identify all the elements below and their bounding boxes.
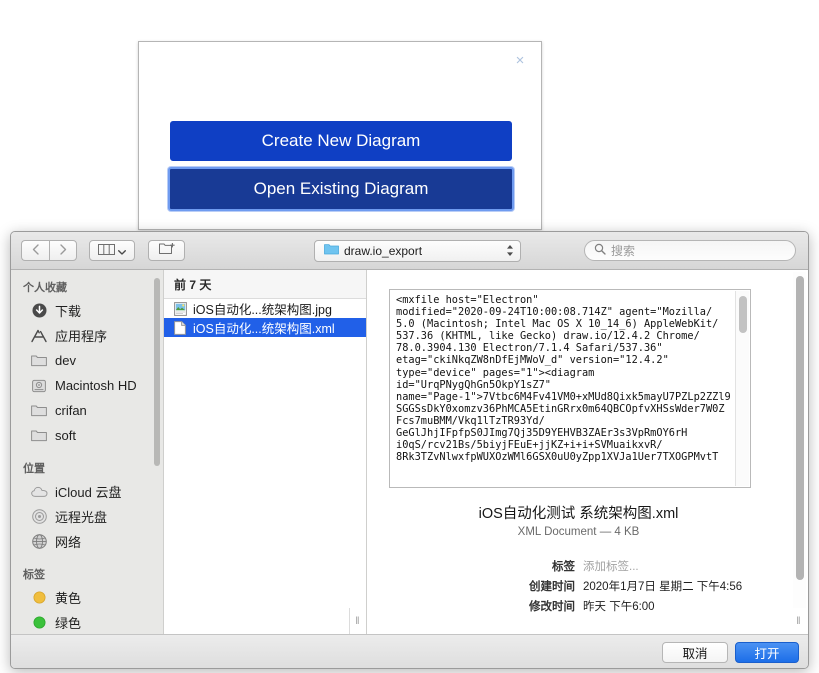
- path-popup-label: draw.io_export: [344, 244, 423, 258]
- download-icon: [29, 303, 49, 318]
- document-file-icon: [172, 320, 188, 335]
- column-resize-grip[interactable]: ‖: [349, 608, 366, 634]
- sidebar-item-label: crifan: [55, 403, 87, 418]
- sidebar-item-label: dev: [55, 353, 76, 368]
- preview-metadata: 标签 添加标签... 创建时间 2020年1月7日 星期二 下午4:56 修改时…: [367, 558, 790, 618]
- finder-open-panel: draw.io_export 搜索 个人收藏 下载 应用程序 dev Macin…: [10, 231, 809, 669]
- image-file-icon: [172, 301, 188, 316]
- sidebar-section-favorites-title: 个人收藏: [23, 282, 67, 294]
- list-item[interactable]: iOS自动化...统架构图.jpg: [164, 299, 366, 318]
- preview-scrollbar-thumb[interactable]: [796, 276, 804, 580]
- sidebar-item-label: 应用程序: [55, 329, 108, 344]
- sidebar-item-label: 网络: [55, 535, 82, 550]
- harddisk-icon: [29, 379, 49, 393]
- column-view-icon: [98, 242, 115, 260]
- tag-dot-icon: [29, 591, 49, 604]
- sidebar-item-tag-green[interactable]: 绿色: [11, 610, 163, 634]
- path-popup-button[interactable]: draw.io_export: [314, 240, 521, 262]
- chevron-right-icon: [59, 242, 67, 260]
- folder-icon: [324, 242, 339, 260]
- metadata-key: 标签: [552, 561, 575, 573]
- sidebar-item-applications[interactable]: 应用程序: [11, 323, 163, 348]
- sidebar-item-label: iCloud 云盘: [55, 485, 122, 500]
- sidebar-section-tags-title: 标签: [23, 569, 45, 581]
- preview-column: <mxfile host="Electron" modified="2020-0…: [367, 270, 808, 634]
- forward-button[interactable]: [49, 240, 77, 261]
- metadata-row-created: 创建时间 2020年1月7日 星期二 下午4:56: [367, 578, 790, 594]
- chevron-left-icon: [32, 242, 39, 260]
- metadata-key: 修改时间: [529, 601, 575, 613]
- new-folder-icon: [158, 242, 175, 260]
- close-icon[interactable]: ×: [511, 52, 529, 70]
- xml-preview-box: <mxfile host="Electron" modified="2020-0…: [389, 289, 751, 488]
- sidebar-item-label: 下载: [55, 304, 82, 319]
- applications-icon: [29, 329, 49, 343]
- navigation-buttons: [21, 240, 185, 261]
- file-name: iOS自动化...统架构图.xml: [193, 322, 335, 336]
- xml-preview-scrollbar-thumb[interactable]: [739, 296, 747, 333]
- sidebar-item-soft[interactable]: soft: [11, 423, 163, 448]
- preview-file-subtitle: XML Document — 4 KB: [517, 526, 640, 538]
- sidebar-section-locations-title: 位置: [23, 463, 45, 475]
- back-button[interactable]: [21, 240, 49, 261]
- sidebar-item-macintosh-hd[interactable]: Macintosh HD: [11, 373, 163, 398]
- finder-sidebar: 个人收藏 下载 应用程序 dev Macintosh HD crifan sof…: [11, 270, 164, 634]
- sidebar-item-icloud-drive[interactable]: iCloud 云盘: [11, 479, 163, 504]
- finder-body: 个人收藏 下载 应用程序 dev Macintosh HD crifan sof…: [11, 270, 808, 634]
- finder-footer: 取消 打开: [11, 634, 808, 668]
- file-group-header: 前 7 天: [164, 270, 366, 299]
- sidebar-item-downloads[interactable]: 下载: [11, 298, 163, 323]
- folder-icon: [29, 429, 49, 442]
- metadata-row-modified: 修改时间 昨天 下午6:00: [367, 598, 790, 614]
- sidebar-item-label: soft: [55, 428, 76, 443]
- search-icon: [594, 242, 606, 260]
- sidebar-item-tag-yellow[interactable]: 黄色: [11, 585, 163, 610]
- sidebar-scrollbar[interactable]: [154, 278, 160, 466]
- folder-icon: [29, 354, 49, 367]
- metadata-value: 昨天 下午6:00: [583, 601, 655, 613]
- metadata-value[interactable]: 添加标签...: [583, 558, 639, 574]
- preview-file-title: iOS自动化测试 系统架构图.xml: [478, 506, 679, 522]
- globe-icon: [29, 534, 49, 549]
- file-name: iOS自动化...统架构图.jpg: [193, 303, 332, 317]
- sidebar-item-crifan[interactable]: crifan: [11, 398, 163, 423]
- sidebar-item-label: 黄色: [55, 591, 82, 606]
- metadata-value: 2020年1月7日 星期二 下午4:56: [583, 581, 743, 593]
- screen-root: × Create New Diagram Open Existing Diagr…: [0, 0, 819, 673]
- sidebar-item-label: 绿色: [55, 616, 82, 631]
- chevron-updown-icon: [506, 244, 514, 257]
- sidebar-item-dev[interactable]: dev: [11, 348, 163, 373]
- search-input[interactable]: 搜索: [584, 240, 796, 261]
- file-list-column: 前 7 天 iOS自动化...统架构图.jpg iOS自动化...统架构图.xm…: [164, 270, 367, 634]
- finder-toolbar: draw.io_export 搜索: [11, 232, 808, 270]
- metadata-key: 创建时间: [529, 581, 575, 593]
- cloud-icon: [29, 486, 49, 498]
- xml-preview-scrollbar[interactable]: [735, 291, 749, 486]
- cancel-button[interactable]: 取消: [662, 642, 728, 663]
- open-existing-diagram-button[interactable]: Open Existing Diagram: [168, 167, 514, 211]
- new-folder-button[interactable]: [148, 240, 185, 261]
- tag-dot-icon: [29, 616, 49, 629]
- folder-icon: [29, 404, 49, 417]
- sidebar-item-label: 远程光盘: [55, 510, 108, 525]
- preview-resize-grip[interactable]: ‖: [791, 608, 807, 634]
- disc-icon: [29, 509, 49, 524]
- view-mode-button[interactable]: [89, 240, 135, 261]
- drawio-splash-dialog: × Create New Diagram Open Existing Diagr…: [138, 41, 542, 230]
- xml-preview-text: <mxfile host="Electron" modified="2020-0…: [396, 294, 731, 464]
- chevron-down-icon: [118, 242, 126, 260]
- list-item[interactable]: iOS自动化...统架构图.xml: [164, 318, 366, 337]
- search-placeholder: 搜索: [611, 244, 636, 258]
- sidebar-item-remote-disc[interactable]: 远程光盘: [11, 504, 163, 529]
- sidebar-item-network[interactable]: 网络: [11, 529, 163, 554]
- metadata-row-tags: 标签 添加标签...: [367, 558, 790, 574]
- preview-scrollbar[interactable]: [793, 272, 806, 608]
- sidebar-item-label: Macintosh HD: [55, 378, 137, 393]
- open-button[interactable]: 打开: [735, 642, 799, 663]
- create-new-diagram-button[interactable]: Create New Diagram: [170, 121, 512, 161]
